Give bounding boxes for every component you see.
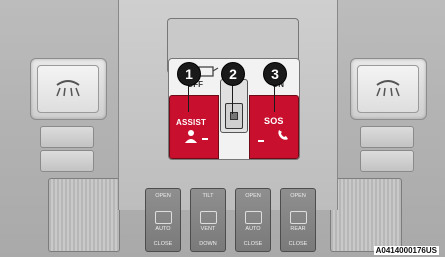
right-dome-button-upper[interactable] bbox=[360, 126, 414, 148]
sunroof-switch-3[interactable]: OPEN AUTO CLOSE bbox=[235, 188, 271, 252]
switch-2-mid-label: VENT bbox=[200, 226, 216, 232]
right-dome-lens bbox=[357, 65, 419, 113]
center-rocker-switch[interactable] bbox=[225, 103, 243, 129]
right-dome-button-lower[interactable] bbox=[360, 150, 414, 172]
dome-light-icon bbox=[376, 80, 400, 97]
callout-3-line bbox=[274, 84, 275, 112]
sunroof-icon bbox=[155, 211, 172, 224]
sos-indicator bbox=[258, 140, 264, 142]
switch-4-top-label: OPEN bbox=[290, 193, 306, 199]
figure-code: A0414000176US bbox=[373, 246, 439, 255]
callout-3: 3 bbox=[263, 62, 287, 86]
sos-button-label: SOS bbox=[264, 116, 284, 126]
assist-button[interactable]: ASSIST bbox=[169, 95, 219, 159]
assist-person-icon bbox=[185, 130, 197, 143]
switch-1-mid-label: AUTO bbox=[155, 226, 171, 232]
callout-1: 1 bbox=[177, 62, 201, 86]
sunshade-icon bbox=[245, 211, 262, 224]
left-dome-light[interactable] bbox=[30, 58, 107, 120]
callout-2-line bbox=[232, 84, 233, 114]
left-dome-lens bbox=[37, 65, 99, 113]
phone-icon bbox=[278, 130, 288, 140]
switch-3-top-label: OPEN bbox=[245, 193, 261, 199]
left-dome-button-lower[interactable] bbox=[40, 150, 94, 172]
right-speaker-grille bbox=[330, 178, 402, 252]
switch-4-mid-label: REAR bbox=[290, 226, 306, 232]
switch-4-bottom-label: CLOSE bbox=[288, 241, 308, 247]
sunroof-switch-2[interactable]: TILT VENT DOWN bbox=[190, 188, 226, 252]
switch-2-bottom-label: DOWN bbox=[199, 241, 217, 247]
switch-1-bottom-label: CLOSE bbox=[153, 241, 173, 247]
overhead-console-illustration: OFF ON ASSIST SOS bbox=[0, 0, 445, 257]
left-speaker-grille bbox=[48, 178, 120, 252]
switch-2-top-label: TILT bbox=[202, 193, 214, 199]
sunroof-switch-4[interactable]: OPEN REAR CLOSE bbox=[280, 188, 316, 252]
callout-1-line bbox=[188, 84, 189, 112]
vent-icon bbox=[200, 211, 217, 224]
right-dome-light[interactable] bbox=[350, 58, 427, 120]
switch-1-top-label: OPEN bbox=[155, 193, 171, 199]
assist-button-label: ASSIST bbox=[176, 118, 207, 127]
dome-light-icon bbox=[56, 80, 80, 97]
switch-3-mid-label: AUTO bbox=[245, 226, 261, 232]
sunroof-switch-1[interactable]: OPEN AUTO CLOSE bbox=[145, 188, 181, 252]
rear-sunshade-icon bbox=[290, 211, 307, 224]
left-dome-button-upper[interactable] bbox=[40, 126, 94, 148]
assist-indicator bbox=[202, 138, 208, 140]
callout-2: 2 bbox=[221, 62, 245, 86]
switch-3-bottom-label: CLOSE bbox=[243, 241, 263, 247]
